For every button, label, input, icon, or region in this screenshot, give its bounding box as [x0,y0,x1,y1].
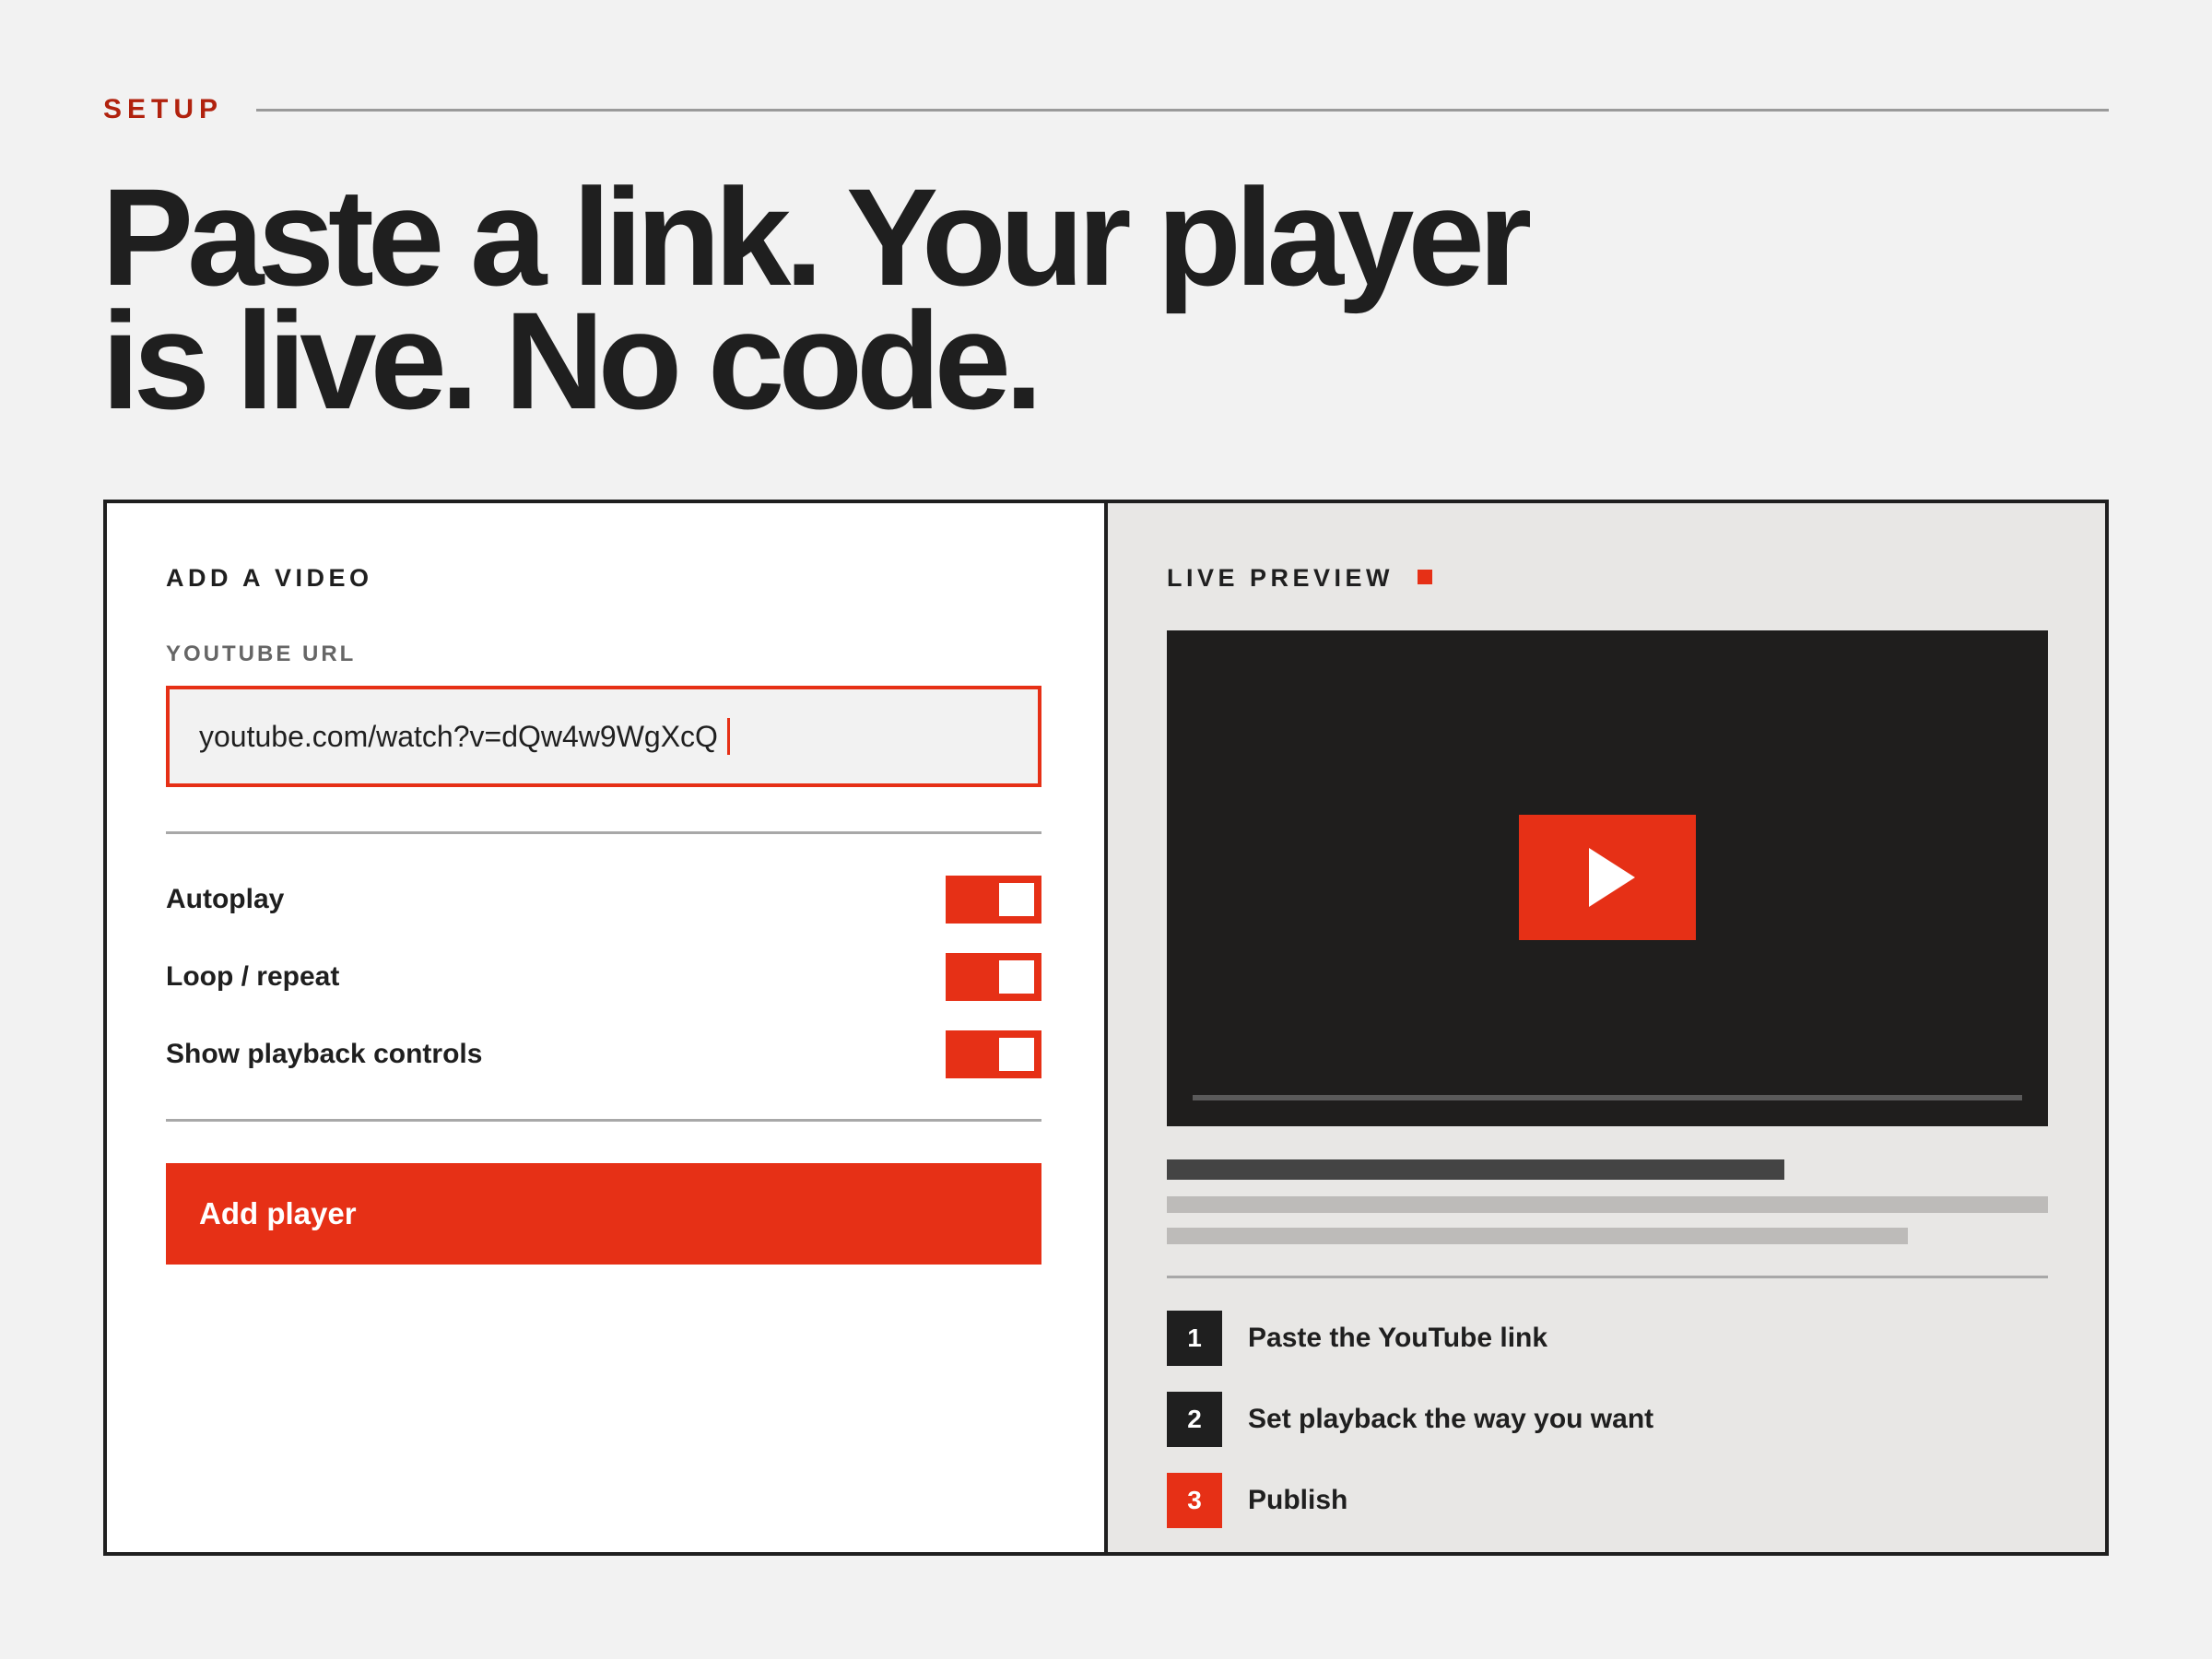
youtube-url-value: youtube.com/watch?v=dQw4w9WgXcQ [199,719,718,753]
video-progress-bar[interactable] [1193,1095,2022,1100]
loop-toggle[interactable] [946,953,1041,1001]
option-label: Show playback controls [166,1039,483,1069]
description-placeholder [1167,1196,2048,1213]
title-placeholder [1167,1159,1784,1180]
step-number-badge: 1 [1167,1311,1222,1366]
step-number-badge: 2 [1167,1392,1222,1447]
step-number-badge: 3 [1167,1473,1222,1528]
setup-panel: ADD A VIDEO YOUTUBE URL youtube.com/watc… [103,500,2109,1556]
youtube-url-label: YOUTUBE URL [166,641,357,666]
live-preview-header: LIVE PREVIEW [1167,564,1433,592]
option-label: Autoplay [166,884,285,914]
options-divider-bottom [166,1119,1041,1122]
page-headline: Paste a link. Your player is live. No co… [101,159,1532,438]
eyebrow: SETUP [103,96,2109,124]
live-preview-title: LIVE PREVIEW [1167,564,1394,592]
eyebrow-divider [256,108,2109,112]
step-label: Publish [1248,1485,1348,1515]
step-item: 2 Set playback the way you want [1167,1392,1653,1447]
headline-line-1: Paste a link. Your player [101,159,1532,314]
play-icon [1589,848,1635,907]
add-video-section: ADD A VIDEO YOUTUBE URL youtube.com/watc… [107,503,1104,1552]
steps-divider [1167,1276,2048,1278]
description-placeholder [1167,1228,1908,1244]
youtube-url-input[interactable]: youtube.com/watch?v=dQw4w9WgXcQ [166,686,1041,787]
live-indicator-icon [1418,569,1433,584]
toggle-knob [999,883,1034,916]
option-label: Loop / repeat [166,961,340,992]
add-player-button[interactable]: Add player [166,1163,1041,1265]
live-preview-section: LIVE PREVIEW 1 Paste the YouTube link 2 … [1108,503,2105,1552]
option-autoplay: Autoplay [166,876,1041,924]
autoplay-toggle[interactable] [946,876,1041,924]
toggle-knob [999,960,1034,994]
eyebrow-label: SETUP [103,94,224,124]
play-button[interactable] [1519,815,1696,940]
video-player-preview[interactable] [1167,630,2048,1126]
step-label: Paste the YouTube link [1248,1323,1548,1353]
step-label: Set playback the way you want [1248,1404,1654,1434]
option-playback-controls: Show playback controls [166,1030,1041,1078]
add-video-title: ADD A VIDEO [166,564,373,592]
options-divider-top [166,831,1041,834]
playback-controls-toggle[interactable] [946,1030,1041,1078]
toggle-knob [999,1038,1034,1071]
step-item: 1 Paste the YouTube link [1167,1311,1547,1366]
step-item: 3 Publish [1167,1473,1347,1528]
headline-line-2: is live. No code. [101,283,1043,438]
text-caret [726,718,730,755]
option-loop: Loop / repeat [166,953,1041,1001]
